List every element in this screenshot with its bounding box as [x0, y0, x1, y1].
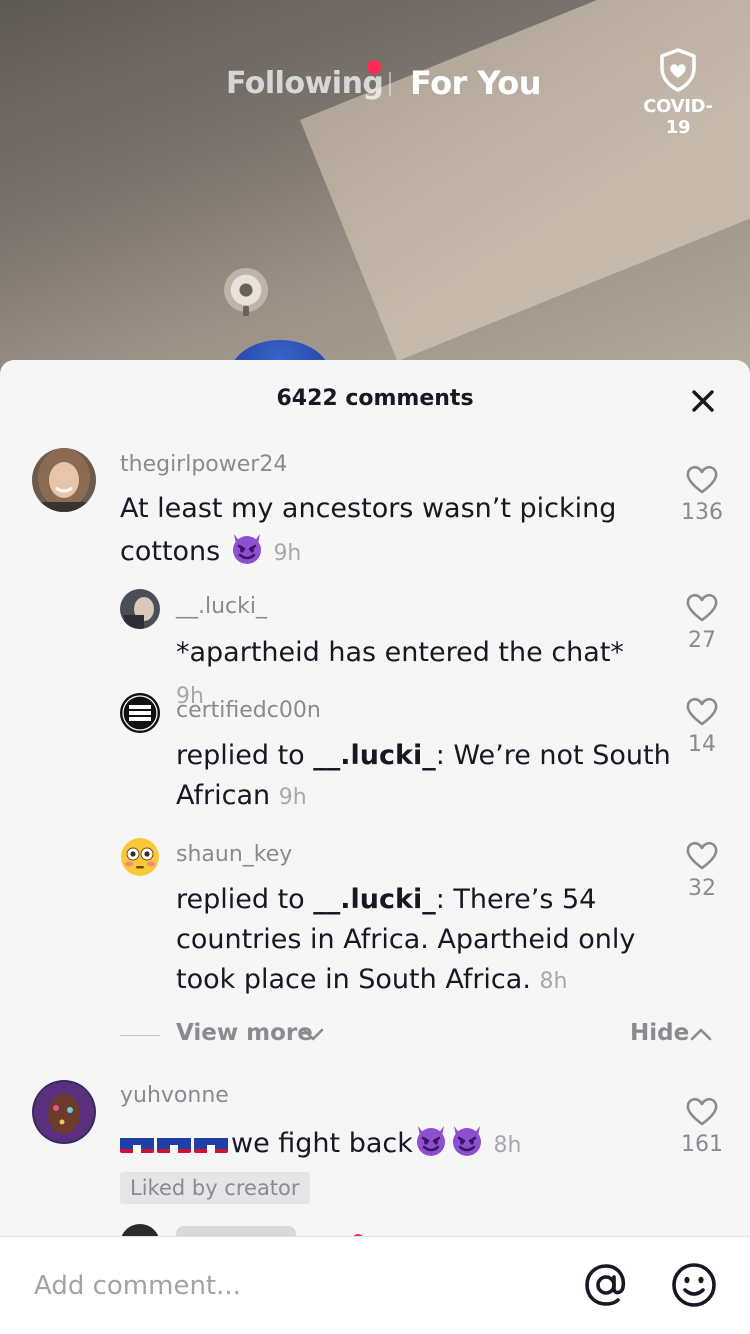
comment-text-line: At least my ancestors wasn’t picking [120, 493, 617, 524]
comment-text: we fight back 8h [120, 1122, 660, 1167]
heart-icon [686, 593, 718, 622]
replies-controls: View more Hide [120, 1020, 720, 1050]
smiling-devil-emoji-icon [452, 1126, 481, 1156]
reply-text-line: *apartheid has entered the chat* [176, 637, 624, 668]
smiling-devil-emoji-icon [416, 1126, 445, 1156]
avatar[interactable] [32, 448, 96, 512]
hide-replies-button[interactable]: Hide [630, 1020, 689, 1046]
comment-username[interactable]: yuhvonne [120, 1083, 229, 1108]
biden-harris-logo [120, 693, 160, 733]
smiling-devil-emoji-icon [232, 534, 261, 564]
replied-to-prefix: replied to [176, 884, 314, 915]
avatar-photo [120, 589, 160, 629]
add-comment-input[interactable] [34, 1265, 554, 1307]
shield-heart-icon [660, 48, 696, 92]
like-button[interactable]: 27 [672, 592, 732, 653]
flushed-face-emoji-icon [121, 838, 159, 876]
avatar[interactable] [120, 589, 160, 629]
comment-time: 8h [493, 1133, 522, 1158]
reply-text-line: took place in South Africa. [176, 964, 531, 995]
comment-text-line: cottons [120, 536, 221, 567]
heart-icon [686, 465, 718, 494]
mention-button[interactable] [582, 1261, 630, 1309]
avatar[interactable] [120, 693, 160, 733]
tab-for-you[interactable]: For You [410, 64, 541, 102]
video-ceiling-light [224, 268, 268, 316]
mention-link[interactable]: __.lucki_ [313, 740, 435, 771]
like-count: 161 [681, 1132, 723, 1157]
heart-icon [686, 1097, 718, 1126]
reply-text-line: : There’s 54 [435, 884, 597, 915]
covid-19-label: COVID-19 [643, 96, 713, 138]
like-button[interactable]: 136 [672, 464, 732, 525]
add-comment-bar [0, 1236, 750, 1334]
haiti-flag-emoji-icon [194, 1131, 228, 1153]
chevron-down-icon [302, 1028, 324, 1041]
comment-item[interactable]: thegirlpower24 At least my ancestors was… [0, 360, 750, 580]
following-notification-dot [367, 60, 381, 74]
haiti-flag-emoji-icon [120, 1131, 154, 1153]
heart-icon [686, 697, 718, 726]
reply-username[interactable]: __.lucki_ [176, 594, 267, 619]
like-count: 14 [688, 732, 716, 757]
tab-divider [389, 72, 391, 96]
avatar[interactable] [32, 1080, 96, 1144]
replied-to-prefix: replied to [176, 740, 314, 771]
liked-by-creator-badge: Liked by creator [120, 1172, 310, 1204]
comment-username[interactable]: thegirlpower24 [120, 452, 287, 477]
emoji-button[interactable] [670, 1261, 718, 1309]
comments-sheet: 6422 comments thegirlpower24 At least my… [0, 360, 750, 1334]
reply-text: replied to __.lucki_: We’re not South Af… [176, 736, 676, 818]
heart-icon [686, 841, 718, 870]
reply-time: 8h [539, 969, 568, 994]
reply-text: replied to __.lucki_: There’s 54 countri… [176, 880, 676, 1002]
comment-time: 9h [273, 541, 302, 566]
reply-text-line: African [176, 780, 271, 811]
reply-username[interactable]: shaun_key [176, 842, 292, 867]
divider-line [120, 1035, 160, 1036]
at-sign-icon [585, 1264, 626, 1306]
reply-username[interactable]: certifiedc00n [176, 698, 321, 723]
like-count: 136 [681, 500, 723, 525]
chevron-up-icon [690, 1028, 712, 1041]
comment-text: At least my ancestors wasn’t picking cot… [120, 488, 640, 575]
like-count: 32 [688, 876, 716, 901]
tab-following[interactable]: Following [226, 66, 384, 101]
mention-link[interactable]: __.lucki_ [313, 884, 435, 915]
avatar-photo [32, 448, 96, 512]
reply-time: 9h [278, 785, 307, 810]
avatar-photo [32, 1080, 96, 1144]
like-button[interactable]: 32 [672, 840, 732, 901]
smiley-face-icon [672, 1263, 716, 1307]
like-count: 27 [688, 628, 716, 653]
view-more-button[interactable]: View more [176, 1020, 313, 1046]
covid-19-button[interactable]: COVID-19 [632, 48, 724, 138]
comment-text-line: we fight back [231, 1128, 413, 1159]
like-button[interactable]: 161 [672, 1096, 732, 1157]
like-button[interactable]: 14 [672, 696, 732, 757]
avatar[interactable] [120, 837, 160, 877]
reply-text-line: : We’re not South [435, 740, 671, 771]
reply-text-line: countries in Africa. Apartheid only [176, 924, 636, 955]
haiti-flag-emoji-icon [157, 1131, 191, 1153]
